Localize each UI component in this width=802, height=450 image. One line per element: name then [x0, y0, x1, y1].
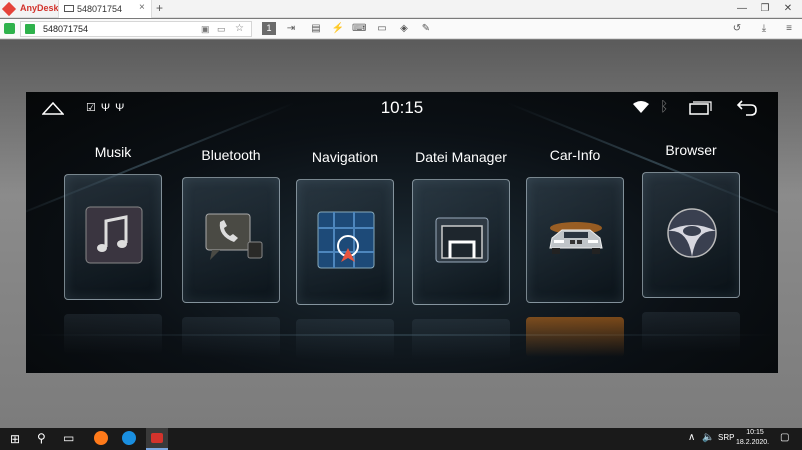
- address-text: 548071754: [43, 24, 89, 34]
- browser-icon: [667, 208, 717, 258]
- app-car-info[interactable]: Car-Info: [520, 147, 630, 357]
- anydesk-icon: [151, 433, 163, 443]
- favorite-star-icon[interactable]: ☆: [235, 23, 244, 34]
- windows-taskbar: ⊞ ⚲ ▭ ∧ 🔈 SRP 10:15 18.2.2020. ▢: [0, 428, 802, 450]
- menu-icon[interactable]: ≡: [782, 22, 796, 35]
- anydesk-logo-icon: [1, 1, 17, 17]
- tray-chevron-icon[interactable]: ∧: [688, 432, 695, 443]
- app-title: AnyDesk: [20, 3, 59, 13]
- phone-icon: [205, 213, 263, 260]
- app-tile[interactable]: [182, 177, 280, 303]
- bluetooth-status-icon: ᛒ: [660, 98, 669, 114]
- display-1-icon[interactable]: 1: [262, 22, 276, 35]
- notification-icon[interactable]: ▢: [780, 432, 789, 443]
- transfer-icon[interactable]: ⇥: [284, 22, 298, 35]
- windows-start-icon[interactable]: ⊞: [10, 432, 20, 446]
- music-icon: [85, 206, 143, 264]
- app-label: Car-Info: [549, 147, 601, 163]
- connection-status-icon: [4, 23, 15, 34]
- pen-icon[interactable]: ✎: [419, 22, 433, 35]
- app-label: Datei Manager: [415, 149, 507, 165]
- tile-reflection: [296, 319, 394, 359]
- app-tile[interactable]: [642, 172, 740, 298]
- address-field[interactable]: 548071754 ▣ ▭ ☆: [20, 21, 252, 37]
- app-navigation[interactable]: Navigation: [290, 149, 400, 359]
- privacy-icon[interactable]: ◈: [397, 22, 411, 35]
- tile-reflection: [412, 319, 510, 359]
- monitor-icon: [64, 5, 74, 12]
- new-tab-button[interactable]: +: [156, 1, 163, 15]
- language-indicator[interactable]: SRP: [718, 433, 734, 442]
- app-tile[interactable]: [296, 179, 394, 305]
- car-icon: [549, 222, 603, 254]
- disk-icon[interactable]: ▣: [201, 24, 210, 35]
- taskbar-time[interactable]: 10:15: [742, 429, 768, 436]
- taskbar-date[interactable]: 18.2.2020.: [736, 439, 769, 446]
- anydesk-taskbar-button[interactable]: [146, 428, 168, 450]
- firefox-icon[interactable]: [94, 431, 108, 445]
- app-label: Musik: [94, 144, 132, 160]
- history-icon[interactable]: ↺: [730, 22, 744, 35]
- app-tile[interactable]: [526, 177, 624, 303]
- search-icon[interactable]: ⚲: [37, 431, 46, 445]
- maximize-button[interactable]: ❐: [755, 1, 775, 17]
- keyboard-icon[interactable]: ⌨: [352, 22, 366, 35]
- app-label: Bluetooth: [201, 147, 261, 163]
- chat-icon[interactable]: ▤: [309, 22, 323, 35]
- app-label: Browser: [665, 142, 717, 158]
- screen-icon[interactable]: ▭: [217, 24, 226, 35]
- download-icon[interactable]: ⤓: [757, 22, 771, 35]
- car-head-unit-screen[interactable]: ☑ Ψ Ψ 10:15 ᛒ Musik Bluetooth Navigation…: [26, 92, 778, 373]
- app-bluetooth[interactable]: Bluetooth: [176, 147, 286, 357]
- tile-glow-reflection: [526, 317, 624, 357]
- app-label: Navigation: [311, 149, 379, 165]
- tile-reflection: [182, 317, 280, 357]
- close-button[interactable]: ✕: [778, 1, 798, 17]
- display-icon[interactable]: ▭: [375, 22, 389, 35]
- tile-reflection: [64, 314, 162, 354]
- app-browser[interactable]: Browser: [636, 142, 746, 352]
- app-musik[interactable]: Musik: [58, 144, 168, 354]
- app-tile[interactable]: [412, 179, 510, 305]
- session-tab[interactable]: 548071754 ×: [58, 0, 152, 18]
- back-icon[interactable]: [736, 99, 758, 117]
- task-view-icon[interactable]: ▭: [63, 431, 74, 445]
- minimize-button[interactable]: —: [732, 1, 752, 17]
- verified-check-icon: [25, 24, 35, 34]
- app-datei-manager[interactable]: Datei Manager: [406, 149, 516, 359]
- anydesk-toolbar: 548071754 ▣ ▭ ☆ 1 ⇥ ▤ ⚡ ⌨ ▭ ◈ ✎ ↺ ⤓ ≡: [0, 19, 802, 39]
- teamviewer-icon[interactable]: [122, 431, 136, 445]
- app-tile[interactable]: [64, 174, 162, 300]
- anydesk-titlebar: AnyDesk 548071754 × + — ❐ ✕: [0, 0, 802, 18]
- tile-reflection: [642, 312, 740, 352]
- recent-apps-icon[interactable]: [688, 101, 712, 115]
- wifi-icon: [633, 101, 649, 113]
- navigation-icon: [317, 211, 375, 269]
- folder-icon: [435, 217, 489, 263]
- volume-muted-icon[interactable]: 🔈: [702, 432, 714, 443]
- actions-icon[interactable]: ⚡: [331, 22, 345, 35]
- tab-close-icon[interactable]: ×: [139, 2, 145, 13]
- session-tab-label: 548071754: [77, 4, 123, 14]
